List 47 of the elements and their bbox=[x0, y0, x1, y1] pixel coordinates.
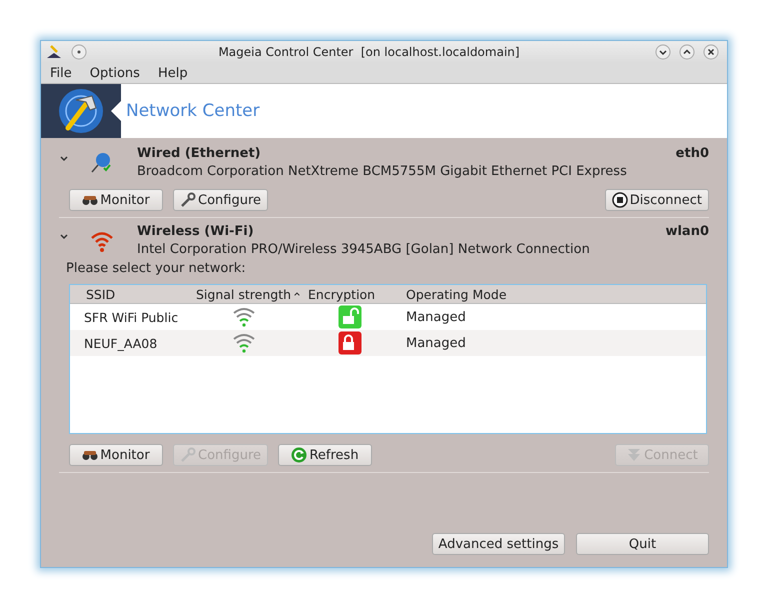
disconnect-button[interactable]: Disconnect bbox=[604, 189, 709, 211]
menu-item[interactable]: Help bbox=[158, 66, 188, 80]
column-header[interactable]: Operating Mode bbox=[400, 286, 600, 302]
device-name: wlan0 bbox=[665, 224, 709, 239]
monitor-button[interactable]: Monitor bbox=[69, 189, 163, 211]
maximize-icon[interactable] bbox=[679, 44, 695, 60]
menu-item[interactable]: Options bbox=[90, 66, 140, 80]
mode-cell-text: Managed bbox=[405, 310, 467, 324]
dialog-button[interactable]: Quit bbox=[576, 533, 709, 555]
column-header[interactable]: SSID bbox=[70, 286, 188, 302]
menu-item[interactable]: File bbox=[50, 66, 72, 80]
wrench-icon bbox=[180, 447, 196, 463]
interface-name: Wireless (Wi-Fi) bbox=[137, 224, 254, 239]
interface-name: Wired (Ethernet) bbox=[137, 146, 261, 161]
pin-icon[interactable] bbox=[71, 44, 87, 60]
interface-description: Broadcom Corporation NetXtreme BCM5755M Gigabit Ethernet PCI Express bbox=[137, 164, 628, 179]
column-header[interactable]: Signal strength bbox=[188, 286, 300, 302]
ssid-cell-text: NEUF_AA08 bbox=[83, 336, 158, 350]
configure-button[interactable]: Configure bbox=[173, 189, 268, 211]
minimize-icon[interactable] bbox=[655, 44, 671, 60]
network-prompt: Please select your network: bbox=[66, 261, 246, 276]
ssid-cell-text: SFR WiFi Public bbox=[83, 310, 180, 324]
refresh-button[interactable]: Refresh bbox=[278, 444, 372, 466]
app-icon bbox=[45, 44, 63, 60]
chevron-icon[interactable] bbox=[59, 232, 69, 242]
window-title: Mageia Control Center [on localhost.localdomain] bbox=[217, 45, 521, 59]
device-name: eth0 bbox=[676, 146, 709, 161]
binoculars-icon bbox=[82, 195, 98, 205]
column-header[interactable]: Encryption bbox=[300, 286, 400, 302]
wrench-icon bbox=[180, 192, 196, 208]
page-title: Network Center bbox=[126, 101, 260, 121]
hammer-globe-icon bbox=[56, 86, 106, 136]
network-row[interactable]: NEUF_AA08 Managed bbox=[70, 330, 706, 356]
wifi-signal-icon bbox=[232, 306, 256, 328]
down-arrow-icon bbox=[626, 448, 642, 462]
wifi-signal-icon bbox=[232, 332, 256, 354]
dialog-button[interactable]: Advanced settings bbox=[432, 533, 565, 555]
mode-cell-text: Managed bbox=[405, 336, 467, 350]
refresh-icon bbox=[291, 447, 308, 463]
interface-description: Intel Corporation PRO/Wireless 3945ABG [Golan] Network Connection bbox=[137, 242, 591, 257]
chevron-icon[interactable] bbox=[59, 154, 69, 164]
close-icon[interactable] bbox=[703, 44, 719, 60]
network-row[interactable]: SFR WiFi Public Managed bbox=[70, 304, 706, 330]
monitor-button[interactable]: Monitor bbox=[69, 444, 163, 466]
banner-notch bbox=[111, 101, 121, 121]
binoculars-icon bbox=[82, 450, 98, 460]
stop-icon bbox=[612, 192, 628, 208]
